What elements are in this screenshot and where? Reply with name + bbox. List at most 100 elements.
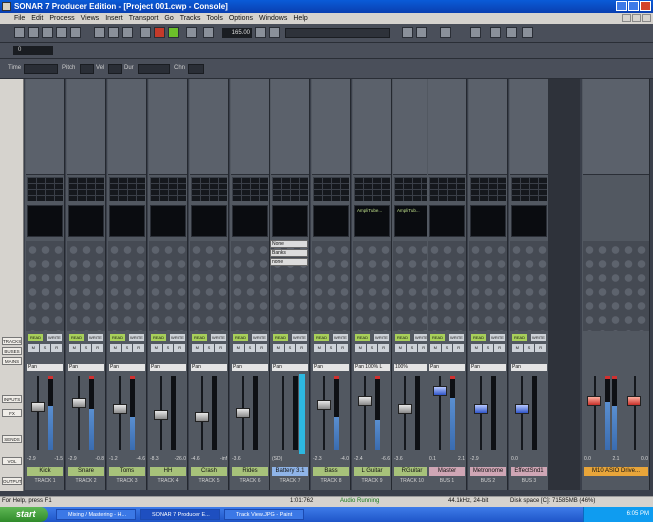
strip-name[interactable]: RGuitar <box>394 467 430 476</box>
menu-go[interactable]: Go <box>164 15 173 22</box>
read-button[interactable]: READ <box>355 334 370 341</box>
menu-help[interactable]: Help <box>293 15 307 22</box>
record-arm-button[interactable]: R <box>453 344 465 352</box>
write-button[interactable]: WRITE <box>531 334 546 341</box>
menu-windows[interactable]: Windows <box>259 15 287 22</box>
show-mains-button[interactable]: MAINS <box>2 357 22 365</box>
mdi-minimize-button[interactable] <box>622 14 631 22</box>
record-icon[interactable] <box>154 27 165 38</box>
fx-bin[interactable]: AmpliTub... <box>394 205 430 237</box>
volume-fader[interactable] <box>113 404 127 414</box>
read-button[interactable]: READ <box>28 334 43 341</box>
mute-button[interactable]: M <box>110 344 121 352</box>
record-arm-button[interactable]: R <box>296 344 308 352</box>
read-button[interactable]: READ <box>69 334 84 341</box>
tempo-down-icon[interactable] <box>255 27 266 38</box>
fx-bin[interactable] <box>511 205 547 237</box>
mute-button[interactable]: M <box>28 344 39 352</box>
mute-button[interactable]: M <box>314 344 325 352</box>
write-button[interactable]: WRITE <box>333 334 348 341</box>
fx-bin[interactable] <box>429 205 465 237</box>
record-arm-button[interactable]: R <box>215 344 227 352</box>
pan-slider[interactable]: Pan <box>511 364 547 371</box>
dropdown-banks[interactable]: Banks <box>270 249 308 257</box>
task-sonar[interactable]: SONAR 7 Producer E... <box>140 509 220 520</box>
solo-button[interactable]: S <box>284 344 296 352</box>
volume-fader[interactable] <box>31 402 45 412</box>
strip-name[interactable]: Snare <box>68 467 104 476</box>
solo-button[interactable]: S <box>162 344 174 352</box>
stop-icon[interactable] <box>140 27 151 38</box>
strip-name[interactable]: Toms <box>109 467 145 476</box>
solo-button[interactable]: S <box>121 344 133 352</box>
read-button[interactable]: READ <box>471 334 486 341</box>
read-button[interactable]: READ <box>151 334 166 341</box>
fx-bin[interactable] <box>109 205 145 237</box>
read-button[interactable]: READ <box>273 334 288 341</box>
menu-views[interactable]: Views <box>81 15 100 22</box>
mute-button[interactable]: M <box>471 344 482 352</box>
dropdown-none-2[interactable]: none <box>270 258 308 266</box>
solo-button[interactable]: S <box>441 344 453 352</box>
menu-file[interactable]: File <box>14 15 25 22</box>
record-arm-button[interactable]: R <box>174 344 186 352</box>
strip-name[interactable]: L Guitar <box>354 467 390 476</box>
record-arm-button[interactable]: R <box>337 344 349 352</box>
fx-bin[interactable] <box>313 205 349 237</box>
read-button[interactable]: READ <box>430 334 445 341</box>
time-field[interactable] <box>24 64 58 74</box>
record-arm-button[interactable]: R <box>378 344 390 352</box>
strip-name[interactable]: HH <box>150 467 186 476</box>
mute-button[interactable]: M <box>151 344 162 352</box>
record-arm-button[interactable]: R <box>92 344 104 352</box>
chn-field[interactable] <box>188 64 204 74</box>
record-arm-button[interactable]: R <box>535 344 547 352</box>
volume-fader[interactable] <box>474 404 488 414</box>
strip-name[interactable]: Master <box>429 467 465 476</box>
fx-bin[interactable] <box>68 205 104 237</box>
loop-icon[interactable] <box>186 27 197 38</box>
pan-slider[interactable]: Pan <box>191 364 227 371</box>
snap-icon[interactable] <box>402 27 413 38</box>
new-icon[interactable] <box>14 27 25 38</box>
pan-slider[interactable]: Pan <box>313 364 349 371</box>
zoom-icon[interactable] <box>440 27 451 38</box>
output-fader-right[interactable] <box>627 396 641 406</box>
tempo-up-icon[interactable] <box>269 27 280 38</box>
pan-slider[interactable]: Pan <box>470 364 506 371</box>
write-button[interactable]: WRITE <box>252 334 267 341</box>
pan-slider[interactable]: Pan <box>272 364 308 371</box>
solo-button[interactable]: S <box>244 344 256 352</box>
volume-fader[interactable] <box>236 408 250 418</box>
write-button[interactable]: WRITE <box>292 334 307 341</box>
menu-transport[interactable]: Transport <box>129 15 159 22</box>
fx-icon[interactable] <box>490 27 501 38</box>
show-vol-button[interactable]: VOL <box>2 457 22 465</box>
write-button[interactable]: WRITE <box>170 334 185 341</box>
pitch-field[interactable] <box>80 64 94 74</box>
show-inputs-button[interactable]: INPUTS <box>2 395 22 403</box>
write-button[interactable]: WRITE <box>47 334 62 341</box>
strip-name[interactable]: Kick <box>27 467 63 476</box>
solo-button[interactable]: S <box>325 344 337 352</box>
solo-button[interactable]: S <box>39 344 51 352</box>
layout-icon[interactable] <box>522 27 533 38</box>
mute-button[interactable]: M <box>192 344 203 352</box>
cut-icon[interactable] <box>56 27 67 38</box>
fx-bin[interactable] <box>232 205 268 237</box>
solo-button[interactable]: S <box>523 344 535 352</box>
mute-button[interactable]: M <box>355 344 366 352</box>
pan-slider[interactable]: Pan <box>109 364 145 371</box>
dur-field[interactable] <box>138 64 170 74</box>
maximize-button[interactable] <box>628 1 639 11</box>
record-arm-button[interactable]: R <box>133 344 145 352</box>
show-buses-button[interactable]: BUSES <box>2 347 22 355</box>
write-button[interactable]: WRITE <box>374 334 389 341</box>
task-mixing[interactable]: Mixing / Mastering - H... <box>56 509 136 520</box>
fx-plugin[interactable]: AmpliTube... <box>357 208 382 213</box>
metronome-icon[interactable] <box>203 27 214 38</box>
volume-fader[interactable] <box>433 386 447 396</box>
fx-bin[interactable] <box>470 205 506 237</box>
menu-tracks[interactable]: Tracks <box>180 15 201 22</box>
read-button[interactable]: READ <box>233 334 248 341</box>
